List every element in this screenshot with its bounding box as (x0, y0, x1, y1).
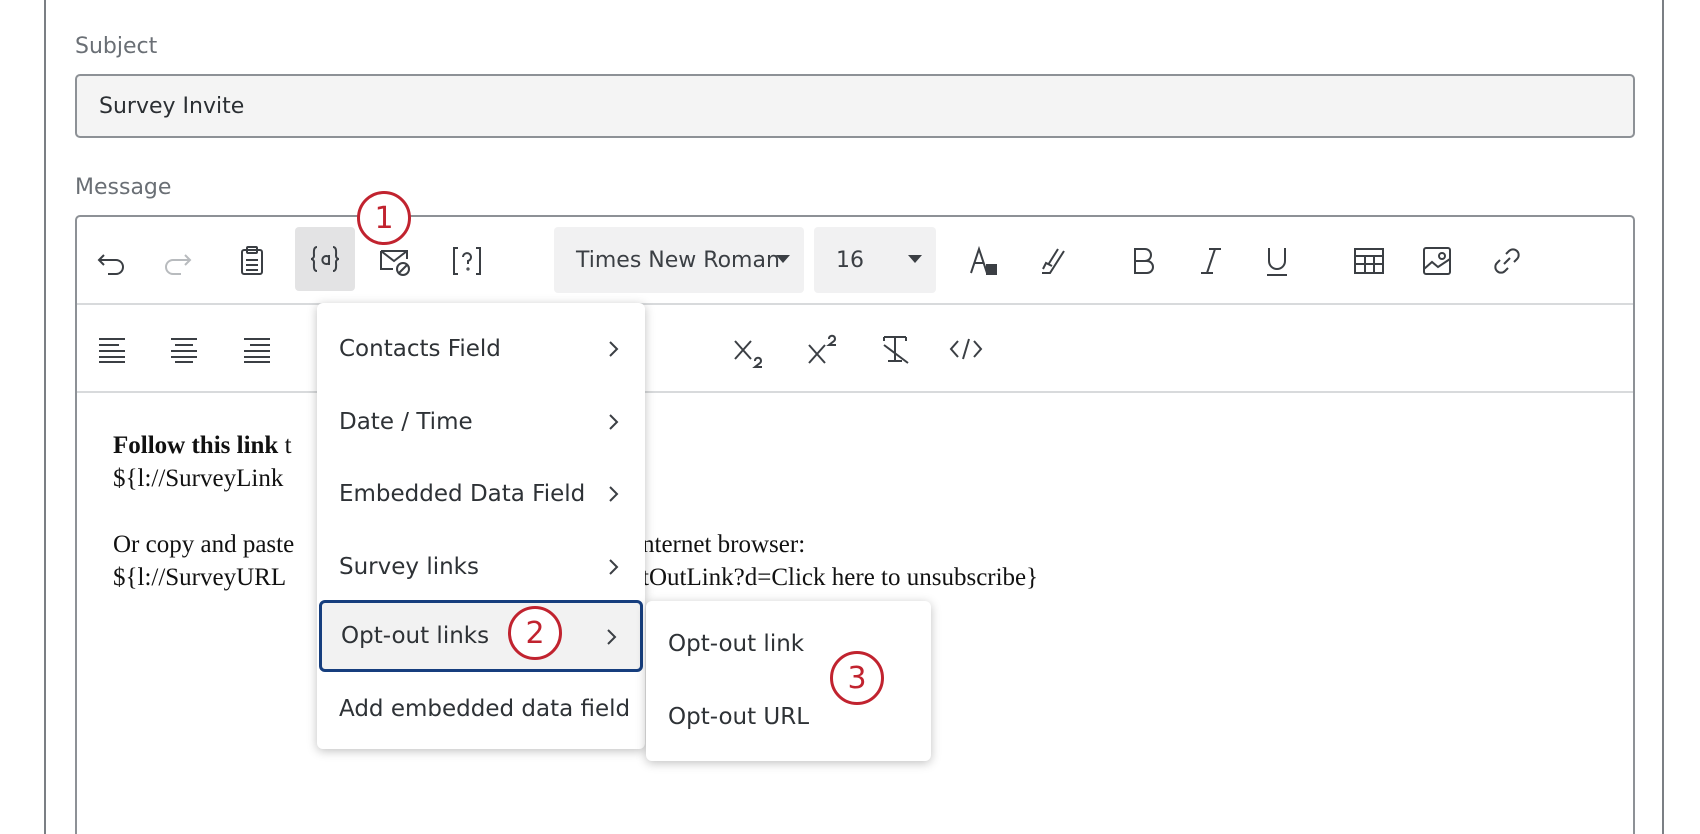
menu-item-label: Opt-out links (341, 623, 490, 649)
paste-icon (241, 246, 263, 275)
callout-1: 1 (357, 191, 411, 245)
callout-3: 3 (830, 651, 884, 705)
align-center-icon (171, 338, 197, 363)
chevron-right-icon (601, 337, 625, 361)
paste-button[interactable] (222, 229, 282, 293)
chevron-right-icon (601, 555, 625, 579)
redo-button[interactable] (147, 229, 207, 293)
link-icon (1494, 248, 1520, 274)
menu-item-embedded-data-field[interactable]: Embedded Data Field (317, 461, 645, 527)
help-bracket-icon (453, 247, 481, 275)
undo-icon (97, 254, 124, 275)
source-code-icon (949, 338, 983, 360)
opt-out-submenu: Opt-out link Opt-out URL (646, 601, 931, 761)
align-left-button[interactable] (82, 317, 142, 381)
chevron-right-icon (599, 625, 623, 649)
menu-item-label: Date / Time (339, 409, 473, 435)
superscript-button[interactable] (793, 319, 853, 383)
help-bracket-button[interactable] (437, 229, 497, 293)
body-line2: ${l://SurveyLink (113, 465, 284, 492)
font-family-select[interactable]: Times New Roman (554, 227, 804, 293)
subscript-icon (734, 340, 762, 368)
menu-item-add-embedded-data-field[interactable]: Add embedded data field (317, 676, 645, 742)
menu-item-date-time[interactable]: Date / Time (317, 389, 645, 455)
menu-item-contacts-field[interactable]: Contacts Field (317, 316, 645, 382)
clear-format-icon (883, 336, 909, 364)
chevron-down-icon (776, 255, 790, 263)
highlight-icon (1042, 248, 1065, 274)
italic-button[interactable] (1181, 229, 1241, 293)
body-line3-left: Or copy and paste (113, 531, 295, 558)
superscript-icon (808, 334, 836, 364)
piped-text-menu: Contacts Field Date / Time Embedded Data… (317, 303, 645, 749)
message-body-right: nternet browser: tOutLink?d=Click here t… (642, 528, 1038, 594)
piped-text-button[interactable] (295, 227, 355, 291)
chevron-right-icon (601, 482, 625, 506)
email-block-icon (380, 250, 410, 276)
body-line4-right: tOutLink?d=Click here to unsubscribe} (642, 564, 1039, 591)
subject-label: Subject (75, 34, 158, 59)
body-line3-right: nternet browser: (642, 531, 806, 558)
redo-icon (165, 254, 192, 275)
bold-icon (1134, 248, 1154, 274)
menu-item-label: Contacts Field (339, 336, 501, 362)
menu-item-label: Add embedded data field (339, 696, 631, 722)
underline-icon (1267, 248, 1287, 276)
align-center-button[interactable] (154, 317, 214, 381)
table-button[interactable] (1339, 229, 1399, 293)
menu-item-label: Embedded Data Field (339, 481, 586, 507)
callout-2: 2 (508, 606, 562, 660)
body-line1-rest: t (278, 432, 292, 459)
bold-button[interactable] (1113, 229, 1173, 293)
submenu-item-label: Opt-out link (668, 631, 805, 657)
submenu-item-opt-out-url[interactable]: Opt-out URL (646, 684, 931, 750)
subscript-button[interactable] (719, 319, 779, 383)
toolbar-row-2 (77, 305, 1633, 393)
message-label: Message (75, 175, 172, 200)
text-color-button[interactable] (953, 229, 1013, 293)
link-button[interactable] (1477, 229, 1537, 293)
submenu-item-label: Opt-out URL (668, 704, 810, 730)
menu-item-survey-links[interactable]: Survey links (317, 534, 645, 600)
menu-item-opt-out-links[interactable]: Opt-out links (319, 600, 643, 672)
body-line4-left: ${l://SurveyURL (113, 564, 287, 591)
source-code-button[interactable] (936, 317, 996, 381)
font-size-value: 16 (836, 247, 864, 273)
image-icon (1423, 247, 1451, 275)
menu-item-label: Survey links (339, 554, 479, 580)
submenu-item-opt-out-link[interactable]: Opt-out link (646, 611, 931, 677)
chevron-down-icon (908, 255, 922, 263)
undo-button[interactable] (82, 229, 142, 293)
font-size-select[interactable]: 16 (814, 227, 936, 293)
chevron-right-icon (601, 410, 625, 434)
align-right-button[interactable] (227, 317, 287, 381)
body-line1-bold: Follow this link (113, 432, 279, 459)
piped-text-icon (310, 246, 340, 272)
image-button[interactable] (1407, 229, 1467, 293)
italic-icon (1201, 248, 1221, 274)
align-right-icon (244, 338, 270, 363)
font-family-value: Times New Roman (576, 247, 780, 273)
highlight-button[interactable] (1022, 229, 1082, 293)
align-left-icon (99, 338, 125, 363)
message-body[interactable]: Follow this link t ${l://SurveyLink Or c… (113, 429, 294, 594)
underline-button[interactable] (1247, 229, 1307, 293)
subject-input[interactable] (75, 74, 1635, 138)
clear-format-button[interactable] (866, 317, 926, 381)
table-icon (1354, 248, 1384, 274)
text-color-icon (970, 245, 997, 275)
toolbar-row-1: Times New Roman 16 (77, 217, 1633, 305)
